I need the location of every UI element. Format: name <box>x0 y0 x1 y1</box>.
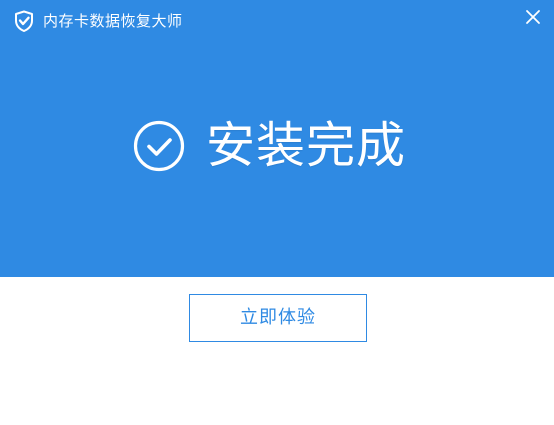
shield-check-logo-icon <box>15 10 33 32</box>
install-complete-message: 安装完成 <box>206 117 407 174</box>
installer-window: 内存卡数据恢复大师 安装完成 立即体验 <box>0 0 554 425</box>
try-now-button[interactable]: 立即体验 <box>189 294 367 342</box>
title-bar[interactable]: 内存卡数据恢复大师 <box>0 0 554 42</box>
install-complete-status: 安装完成 <box>132 116 406 176</box>
check-circle-icon <box>133 120 185 172</box>
header-banner: 内存卡数据恢复大师 安装完成 <box>0 0 554 277</box>
app-title: 内存卡数据恢复大师 <box>43 12 183 30</box>
close-icon[interactable] <box>522 6 544 28</box>
